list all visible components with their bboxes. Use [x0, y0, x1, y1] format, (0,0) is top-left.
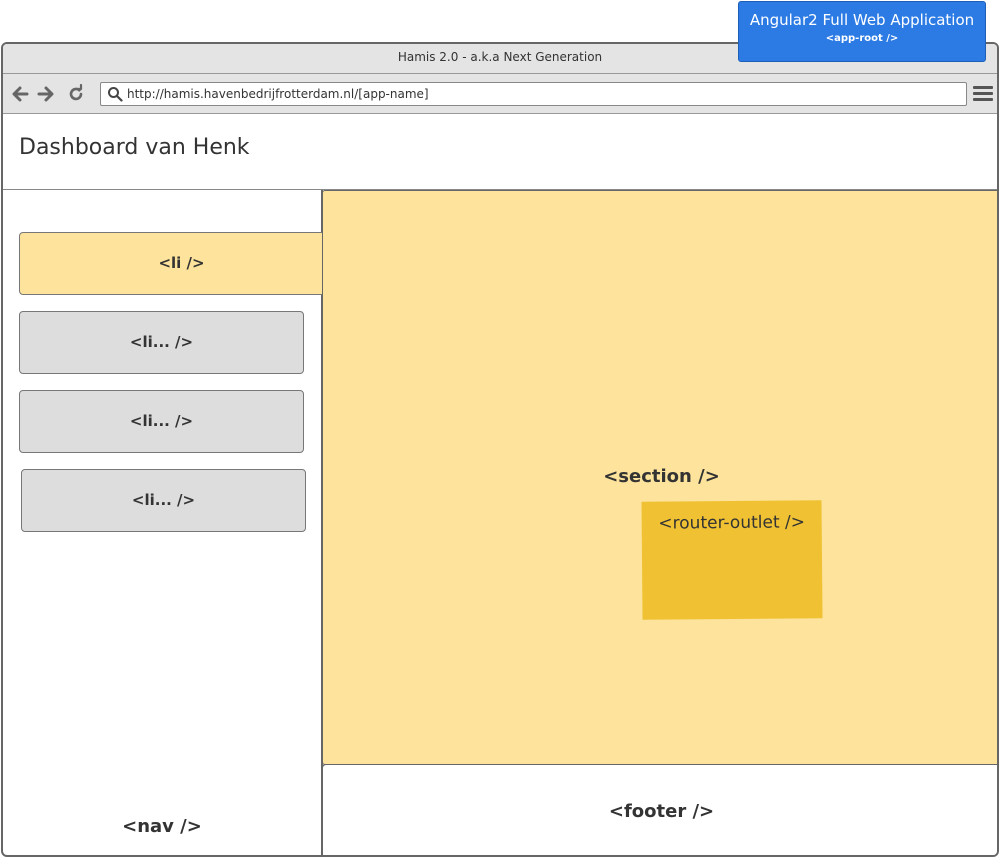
- note-subtitle: <app-root />: [825, 33, 899, 44]
- nav-column: <li /> <li... /> <li... /> <li... /> <na…: [3, 190, 344, 855]
- page-header: Dashboard van Henk: [3, 115, 997, 190]
- router-outlet: <router-outlet />: [641, 500, 823, 620]
- app-root-note: Angular2 Full Web Application <app-root …: [738, 1, 986, 62]
- note-title: Angular2 Full Web Application: [749, 11, 975, 29]
- nav-item-4[interactable]: <li... />: [21, 469, 306, 532]
- browser-window: Hamis 2.0 - a.k.a Next Generation http:/…: [1, 42, 999, 857]
- main-section: <section /> <router-outlet />: [322, 190, 997, 765]
- browser-toolbar: http://hamis.havenbedrijfrotterdam.nl/[a…: [3, 74, 997, 114]
- address-bar[interactable]: http://hamis.havenbedrijfrotterdam.nl/[a…: [100, 82, 967, 106]
- reload-icon[interactable]: [65, 83, 87, 106]
- arrow-left-icon[interactable]: [9, 84, 31, 106]
- hamburger-menu-icon[interactable]: [973, 84, 993, 104]
- page-title: Dashboard van Henk: [19, 135, 250, 160]
- search-icon: [108, 87, 123, 102]
- nav-item-2[interactable]: <li... />: [19, 311, 304, 374]
- footer: <footer />: [322, 764, 997, 855]
- router-outlet-label: <router-outlet />: [658, 512, 806, 534]
- nav-label: <nav />: [122, 816, 202, 837]
- arrow-right-icon[interactable]: [35, 84, 57, 106]
- section-label: <section />: [603, 466, 720, 487]
- nav-item-1[interactable]: <li />: [19, 232, 344, 295]
- address-url: http://hamis.havenbedrijfrotterdam.nl/[a…: [127, 87, 429, 101]
- footer-label: <footer />: [608, 801, 715, 822]
- nav-item-3[interactable]: <li... />: [19, 390, 304, 453]
